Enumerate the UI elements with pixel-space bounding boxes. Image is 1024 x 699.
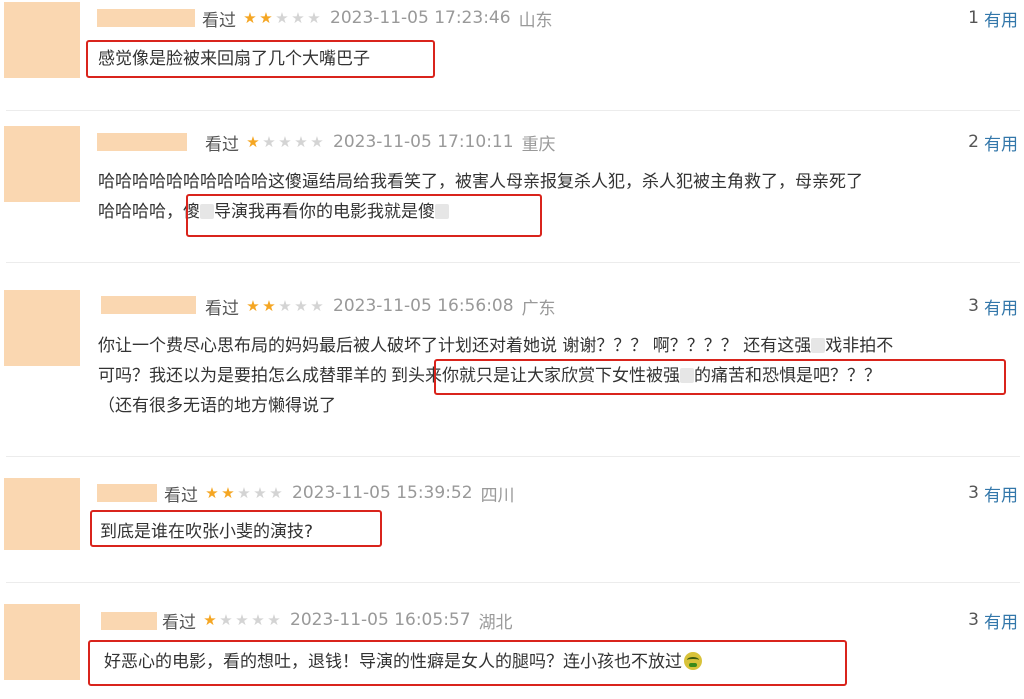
review-location: 湖北 (478, 612, 513, 633)
star-empty-icon: ★ (262, 132, 276, 151)
star-filled-icon: ★ (243, 8, 257, 27)
review-time: 2023-11-05 15:39:52 (292, 483, 473, 503)
useful-count: 3 (968, 610, 979, 630)
divider (6, 110, 1020, 111)
star-empty-icon: ★ (219, 610, 233, 629)
star-empty-icon: ★ (251, 610, 265, 629)
review-meta: 看过 ★ ★ ★ ★ ★ 2023-11-05 16:05:57 湖北 (162, 608, 513, 633)
star-filled-icon: ★ (262, 296, 276, 315)
star-empty-icon: ★ (307, 8, 321, 27)
username[interactable] (97, 133, 187, 151)
highlight-box (86, 40, 435, 78)
review-location: 重庆 (521, 134, 556, 155)
star-empty-icon: ★ (237, 483, 251, 502)
star-empty-icon: ★ (267, 610, 281, 629)
divider (6, 582, 1020, 583)
review-location: 山东 (518, 10, 553, 31)
review-location: 广东 (521, 298, 556, 319)
watched-label: 看过 (164, 485, 198, 506)
avatar[interactable] (4, 126, 80, 202)
review-location: 四川 (480, 485, 515, 506)
review-text: （还有很多无语的地方懒得说了 (98, 391, 336, 421)
star-filled-icon: ★ (221, 483, 235, 502)
review-time: 2023-11-05 17:23:46 (330, 8, 511, 28)
star-empty-icon: ★ (278, 296, 292, 315)
watched-label: 看过 (202, 10, 236, 31)
review-line: 戏非拍不 (825, 336, 894, 356)
censored-mosaic (811, 338, 826, 353)
review-time: 2023-11-05 16:05:57 (290, 610, 471, 630)
star-empty-icon: ★ (291, 8, 305, 27)
review-meta: 看过 ★ ★ ★ ★ ★ 2023-11-05 16:56:08 广东 (205, 294, 556, 319)
avatar[interactable] (4, 2, 80, 78)
useful-button[interactable]: 有用 (984, 608, 1018, 633)
highlight-box (186, 194, 542, 237)
divider (6, 262, 1020, 263)
useful-vote[interactable]: 3 有用 (968, 481, 1018, 506)
useful-count: 1 (968, 8, 979, 28)
star-empty-icon: ★ (275, 8, 289, 27)
star-empty-icon: ★ (269, 483, 283, 502)
watched-label: 看过 (205, 134, 239, 155)
star-empty-icon: ★ (294, 296, 308, 315)
rating-stars: ★ ★ ★ ★ ★ (245, 296, 325, 315)
useful-count: 3 (968, 483, 979, 503)
star-empty-icon: ★ (278, 132, 292, 151)
star-empty-icon: ★ (235, 610, 249, 629)
avatar[interactable] (4, 604, 80, 680)
review-line: （还有很多无语的地方懒得说了 (98, 396, 336, 416)
useful-button[interactable]: 有用 (984, 481, 1018, 506)
star-empty-icon: ★ (253, 483, 267, 502)
star-empty-icon: ★ (310, 296, 324, 315)
star-empty-icon: ★ (310, 132, 324, 151)
watched-label: 看过 (205, 298, 239, 319)
useful-vote[interactable]: 3 有用 (968, 608, 1018, 633)
review-line: 你让一个费尽心思布局的妈妈最后被人破坏了计划还对着她说 谢谢？？？ 啊？？？？ … (98, 336, 812, 356)
rating-stars: ★ ★ ★ ★ ★ (245, 132, 325, 151)
rating-stars: ★ ★ ★ ★ ★ (202, 610, 282, 629)
star-filled-icon: ★ (205, 483, 219, 502)
useful-count: 3 (968, 296, 979, 316)
star-empty-icon: ★ (294, 132, 308, 151)
review-time: 2023-11-05 17:10:11 (333, 132, 514, 152)
review-line: 可吗？我还以为是要拍怎么成替罪羊的 (98, 366, 387, 386)
rating-stars: ★ ★ ★ ★ ★ (242, 8, 322, 27)
star-filled-icon: ★ (246, 132, 260, 151)
useful-button[interactable]: 有用 (984, 294, 1018, 319)
review-time: 2023-11-05 16:56:08 (333, 296, 514, 316)
highlight-box (434, 359, 1006, 395)
rating-stars: ★ ★ ★ ★ ★ (204, 483, 284, 502)
review-meta: 看过 ★ ★ ★ ★ ★ 2023-11-05 17:10:11 重庆 (205, 130, 556, 155)
username[interactable] (101, 296, 196, 314)
useful-vote[interactable]: 1 有用 (968, 6, 1018, 31)
divider (6, 456, 1020, 457)
username[interactable] (97, 484, 157, 502)
star-filled-icon: ★ (259, 8, 273, 27)
useful-button[interactable]: 有用 (984, 130, 1018, 155)
star-filled-icon: ★ (203, 610, 217, 629)
review-line: 哈哈哈哈哈哈哈哈哈哈这傻逼结局给我看笑了，被害人母亲报复杀人犯，杀人犯被主角救了… (98, 172, 863, 192)
highlight-box (90, 510, 382, 547)
username[interactable] (101, 612, 157, 630)
star-filled-icon: ★ (246, 296, 260, 315)
username[interactable] (97, 9, 195, 27)
useful-button[interactable]: 有用 (984, 6, 1018, 31)
watched-label: 看过 (162, 612, 196, 633)
useful-vote[interactable]: 2 有用 (968, 130, 1018, 155)
avatar[interactable] (4, 290, 80, 366)
review-text: 你让一个费尽心思布局的妈妈最后被人破坏了计划还对着她说 谢谢？？？ 啊？？？？ … (98, 331, 893, 361)
avatar[interactable] (4, 478, 80, 550)
useful-count: 2 (968, 132, 979, 152)
useful-vote[interactable]: 3 有用 (968, 294, 1018, 319)
review-meta: 看过 ★ ★ ★ ★ ★ 2023-11-05 17:23:46 山东 (202, 6, 553, 31)
review-line: 哈哈哈哈， (98, 202, 183, 222)
highlight-box (88, 640, 847, 686)
review-text: 哈哈哈哈哈哈哈哈哈哈这傻逼结局给我看笑了，被害人母亲报复杀人犯，杀人犯被主角救了… (98, 167, 863, 197)
review-meta: 看过 ★ ★ ★ ★ ★ 2023-11-05 15:39:52 四川 (164, 481, 515, 506)
